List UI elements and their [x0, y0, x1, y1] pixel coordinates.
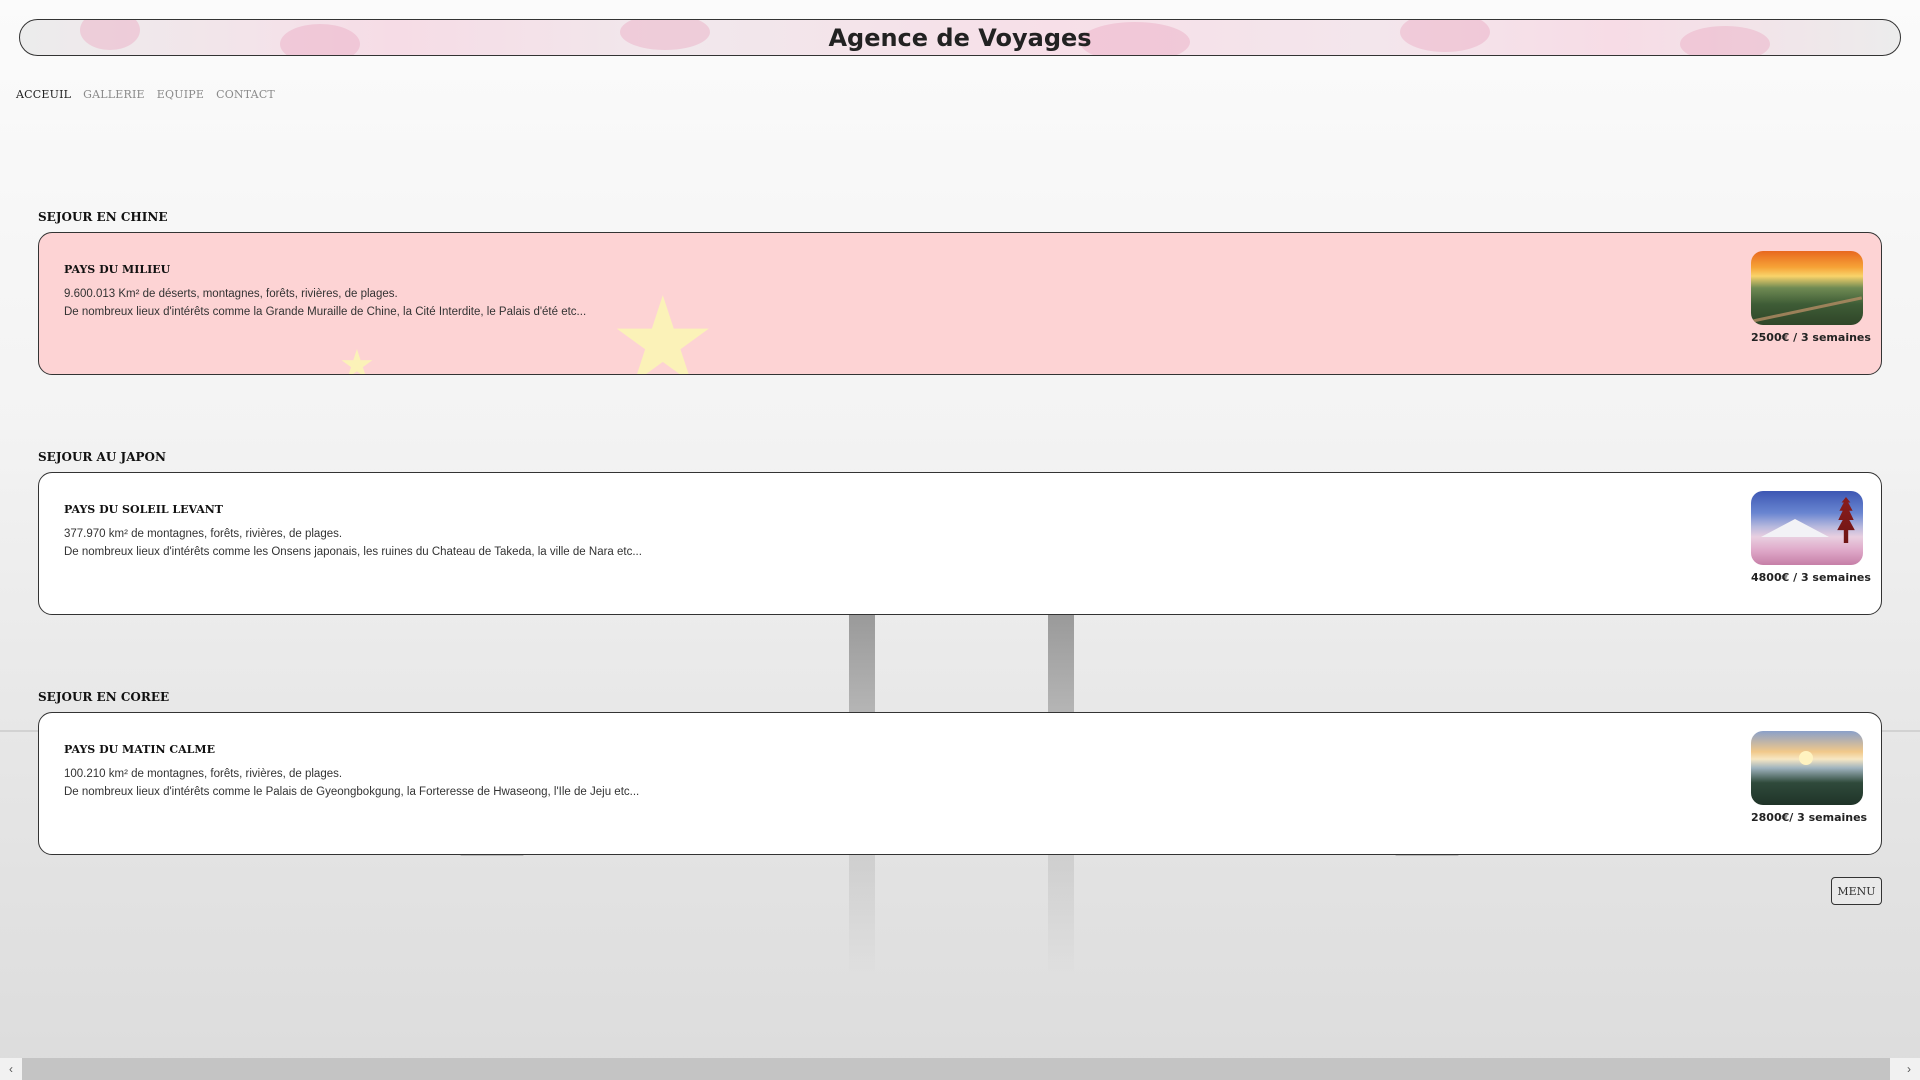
site-header: Agence de Voyages	[19, 19, 1901, 56]
offer-description: PAYS DU SOLEIL LEVANT 377.970 km² de mon…	[64, 503, 654, 561]
offer-area: 100.210 km² de montagnes, forêts, rivièr…	[64, 768, 343, 780]
great-wall-image[interactable]	[1751, 251, 1863, 325]
nav-item-acceuil[interactable]: ACCEUIL	[16, 88, 71, 101]
coast-sunset-image[interactable]	[1751, 731, 1863, 805]
blossom-decoration	[80, 20, 140, 50]
site-title: Agence de Voyages	[828, 23, 1092, 52]
blossom-decoration	[1400, 20, 1490, 52]
blossom-decoration	[280, 24, 360, 55]
blossom-decoration	[1080, 22, 1190, 55]
main-nav: ACCEUIL GALLERIE EQUIPE CONTACT	[16, 88, 275, 101]
menu-button[interactable]: MENU	[1831, 877, 1882, 905]
offer-price-block: 2800€/ 3 semaines	[1751, 731, 1868, 824]
offer-area: 9.600.013 Km² de déserts, montagnes, for…	[64, 288, 398, 300]
horizontal-scrollbar[interactable]: ‹ ›	[0, 1058, 1920, 1080]
mountain-decoration	[1761, 519, 1829, 537]
section-title-coree: SEJOUR EN COREE	[38, 690, 170, 704]
blossom-decoration	[1680, 26, 1770, 55]
offer-heading: PAYS DU SOLEIL LEVANT	[64, 503, 223, 516]
offer-price-block: 4800€ / 3 semaines	[1751, 491, 1871, 584]
sun-decoration	[1799, 751, 1813, 765]
offer-area: 377.970 km² de montagnes, forêts, rivièr…	[64, 528, 343, 540]
nav-item-gallerie[interactable]: GALLERIE	[83, 88, 145, 101]
offer-card-japon[interactable]: PAYS DU SOLEIL LEVANT 377.970 km² de mon…	[38, 472, 1882, 615]
offer-heading: PAYS DU MILIEU	[64, 263, 171, 276]
offer-price-block: 2500€ / 3 semaines	[1751, 251, 1871, 344]
pagoda-decoration	[1837, 497, 1855, 543]
offer-price: 4800€ / 3 semaines	[1751, 571, 1871, 584]
star-decoration: ★	[609, 274, 717, 375]
blossom-decoration	[620, 20, 710, 50]
scrollbar-thumb[interactable]	[22, 1058, 1890, 1080]
nav-item-contact[interactable]: CONTACT	[216, 88, 275, 101]
offer-description: PAYS DU MATIN CALME 100.210 km² de monta…	[64, 743, 654, 801]
offer-price: 2800€/ 3 semaines	[1751, 811, 1868, 824]
offer-card-coree[interactable]: PAYS DU MATIN CALME 100.210 km² de monta…	[38, 712, 1882, 855]
offer-highlights: De nombreux lieux d'intérêts comme le Pa…	[64, 786, 640, 798]
offer-price: 2500€ / 3 semaines	[1751, 331, 1871, 344]
offer-highlights: De nombreux lieux d'intérêts comme les O…	[64, 546, 642, 558]
offer-card-chine[interactable]: ★ ★ PAYS DU MILIEU 9.600.013 Km² de dése…	[38, 232, 1882, 375]
nav-item-equipe[interactable]: EQUIPE	[157, 88, 204, 101]
section-title-japon: SEJOUR AU JAPON	[38, 450, 166, 464]
fuji-pagoda-image[interactable]	[1751, 491, 1863, 565]
wall-decoration	[1751, 296, 1863, 323]
chevron-right-icon[interactable]: ›	[1898, 1058, 1920, 1080]
offer-highlights: De nombreux lieux d'intérêts comme la Gr…	[64, 306, 587, 318]
chevron-left-icon[interactable]: ‹	[0, 1058, 22, 1080]
section-title-chine: SEJOUR EN CHINE	[38, 210, 168, 224]
offer-description: PAYS DU MILIEU 9.600.013 Km² de déserts,…	[64, 263, 624, 321]
star-decoration: ★	[339, 343, 375, 375]
offer-heading: PAYS DU MATIN CALME	[64, 743, 215, 756]
